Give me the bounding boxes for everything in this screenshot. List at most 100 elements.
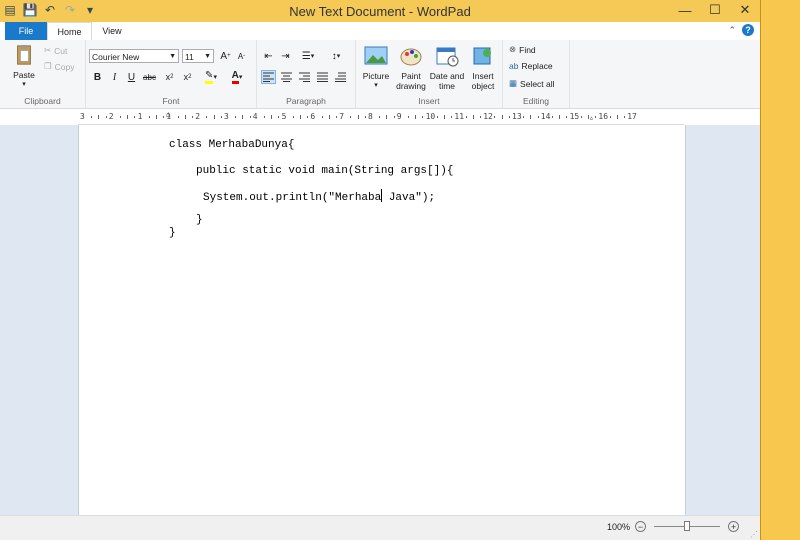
increase-indent-icon[interactable]: ⇥ bbox=[278, 49, 293, 63]
right-indent-marker[interactable]: ▵ bbox=[589, 113, 594, 122]
font-size-value: 11 bbox=[185, 52, 194, 62]
maximize-button[interactable]: ☐ bbox=[700, 0, 730, 20]
ruler-tick bbox=[206, 116, 208, 118]
ruler-number: 10 bbox=[425, 112, 436, 121]
justify-icon[interactable] bbox=[315, 70, 330, 84]
picture-icon bbox=[364, 46, 388, 65]
ruler-tick bbox=[386, 115, 388, 119]
paint-palette-icon bbox=[400, 48, 422, 66]
document-page[interactable]: class MerhabaDunya{ public static void m… bbox=[78, 125, 686, 515]
font-size-select[interactable]: 11 ▼ bbox=[182, 49, 214, 63]
shrink-font-icon[interactable]: A- bbox=[234, 49, 249, 63]
paragraph-settings-glyph bbox=[335, 72, 346, 82]
ruler-tick bbox=[127, 115, 129, 119]
select-all-icon: ▦ bbox=[509, 78, 518, 88]
font-family-select[interactable]: Courier New ▼ bbox=[89, 49, 179, 63]
ruler-tick bbox=[422, 116, 424, 118]
ruler-tick bbox=[415, 115, 417, 119]
insert-object-button[interactable]: Insert object bbox=[466, 45, 500, 91]
paragraph-settings-icon[interactable] bbox=[333, 70, 348, 84]
justify-glyph bbox=[317, 72, 328, 82]
copy-button[interactable]: ❐ Copy bbox=[44, 61, 74, 72]
cut-button[interactable]: ✂ Cut bbox=[44, 45, 67, 56]
replace-button[interactable]: ab Replace bbox=[509, 61, 553, 71]
paste-label: Paste bbox=[13, 70, 35, 80]
underline-icon[interactable]: U bbox=[124, 70, 139, 84]
status-bar: 100% − + ⋰ bbox=[0, 515, 760, 540]
ruler-tick bbox=[120, 116, 121, 118]
ruler-number: 13 bbox=[512, 112, 522, 121]
ruler-tick bbox=[249, 116, 251, 118]
ruler[interactable]: 3 2 1 1 2 3 4 5 6 7 8 9 10 11 12 13 14 15 16 17 ⌂ ▵ bbox=[78, 110, 684, 125]
zoom-in-button[interactable]: + bbox=[728, 521, 739, 532]
paragraph-group-label: Paragraph bbox=[286, 96, 326, 106]
superscript-icon[interactable]: x2 bbox=[180, 70, 195, 84]
chevron-down-icon: ▼ bbox=[169, 53, 176, 60]
subscript-icon[interactable]: x2 bbox=[162, 70, 177, 84]
copy-icon: ❐ bbox=[44, 61, 52, 71]
ruler-tick bbox=[624, 116, 625, 118]
find-button[interactable]: ⊗ Find bbox=[509, 44, 536, 55]
binoculars-icon: ⊗ bbox=[509, 44, 517, 54]
chevron-up-icon[interactable]: ⌃ bbox=[728, 25, 736, 36]
code-line-1: class MerhabaDunya{ bbox=[169, 139, 295, 151]
tab-view[interactable]: View bbox=[92, 22, 132, 40]
code-line-5: } bbox=[169, 227, 176, 239]
align-left-glyph bbox=[263, 72, 274, 82]
zoom-out-button[interactable]: − bbox=[635, 521, 646, 532]
font-group: Courier New ▼ 11 ▼ A + A- B I U abc x2 x2… bbox=[86, 40, 257, 108]
insert-group: Picture ▾ Paint drawing Date and time In… bbox=[356, 40, 503, 108]
ruler-tick bbox=[98, 115, 100, 119]
align-right-icon[interactable] bbox=[297, 70, 312, 84]
tab-home[interactable]: Home bbox=[47, 22, 92, 41]
ruler-tick bbox=[192, 116, 193, 118]
date-time-label-1: Date and bbox=[429, 71, 465, 81]
ruler-number: 7 bbox=[339, 112, 345, 121]
document-area: class MerhabaDunya{ public static void m… bbox=[0, 125, 760, 515]
zoom-slider-thumb[interactable] bbox=[684, 521, 690, 531]
ruler-tick bbox=[616, 115, 618, 119]
ruler-tick bbox=[393, 116, 395, 118]
ruler-tick bbox=[552, 116, 553, 118]
italic-icon[interactable]: I bbox=[107, 70, 122, 84]
close-button[interactable]: ✕ bbox=[730, 0, 760, 20]
code-line-3: System.out.println("Merhaba Java"); bbox=[203, 189, 435, 204]
ruler-tick bbox=[235, 116, 237, 118]
ruler-number: 14 bbox=[540, 112, 551, 121]
strikethrough-icon[interactable]: abc bbox=[142, 70, 157, 84]
decrease-indent-icon[interactable]: ⇤ bbox=[261, 49, 276, 63]
align-center-icon[interactable] bbox=[279, 70, 294, 84]
date-time-button[interactable]: Date and time bbox=[428, 45, 466, 91]
ruler-number: 9 bbox=[396, 112, 402, 121]
select-all-button[interactable]: ▦ Select all bbox=[509, 78, 555, 89]
left-indent-marker[interactable]: ⌂ bbox=[166, 110, 171, 119]
paste-button[interactable]: Paste ▾ bbox=[8, 44, 40, 90]
paint-drawing-button[interactable]: Paint drawing bbox=[394, 45, 428, 91]
ribbon-tabs: File Home View ⌃ ? bbox=[0, 22, 760, 41]
ruler-tick bbox=[444, 115, 445, 119]
ruler-number: 6 bbox=[310, 112, 316, 121]
picture-button[interactable]: Picture ▾ bbox=[358, 45, 394, 91]
font-color-icon[interactable]: A ▾ bbox=[226, 70, 248, 84]
bold-icon[interactable]: B bbox=[90, 70, 105, 84]
highlight-icon[interactable]: ✎ ▾ bbox=[200, 70, 222, 84]
bullet-list-icon[interactable]: ☰ ▾ bbox=[297, 49, 319, 63]
ruler-number: 3 bbox=[224, 112, 229, 121]
ruler-tick bbox=[379, 116, 381, 118]
ruler-tick bbox=[472, 115, 474, 119]
zoom-slider[interactable] bbox=[654, 521, 720, 531]
ruler-tick bbox=[501, 115, 503, 119]
ruler-number: 8 bbox=[368, 112, 373, 121]
help-icon[interactable]: ? bbox=[742, 24, 754, 36]
copy-label: Copy bbox=[54, 61, 75, 72]
ruler-tick bbox=[177, 116, 179, 118]
minimize-button[interactable]: — bbox=[670, 0, 700, 20]
ruler-tick bbox=[566, 116, 568, 118]
zoom-level[interactable]: 100% bbox=[607, 522, 630, 532]
grow-font-icon[interactable]: A + bbox=[218, 49, 233, 63]
line-spacing-icon[interactable]: ↕ ▾ bbox=[325, 49, 347, 63]
align-left-icon[interactable] bbox=[261, 70, 276, 84]
ruler-number: 15 bbox=[569, 112, 580, 121]
tab-file[interactable]: File bbox=[5, 22, 47, 40]
resize-grip-icon[interactable]: ⋰ bbox=[750, 530, 758, 539]
